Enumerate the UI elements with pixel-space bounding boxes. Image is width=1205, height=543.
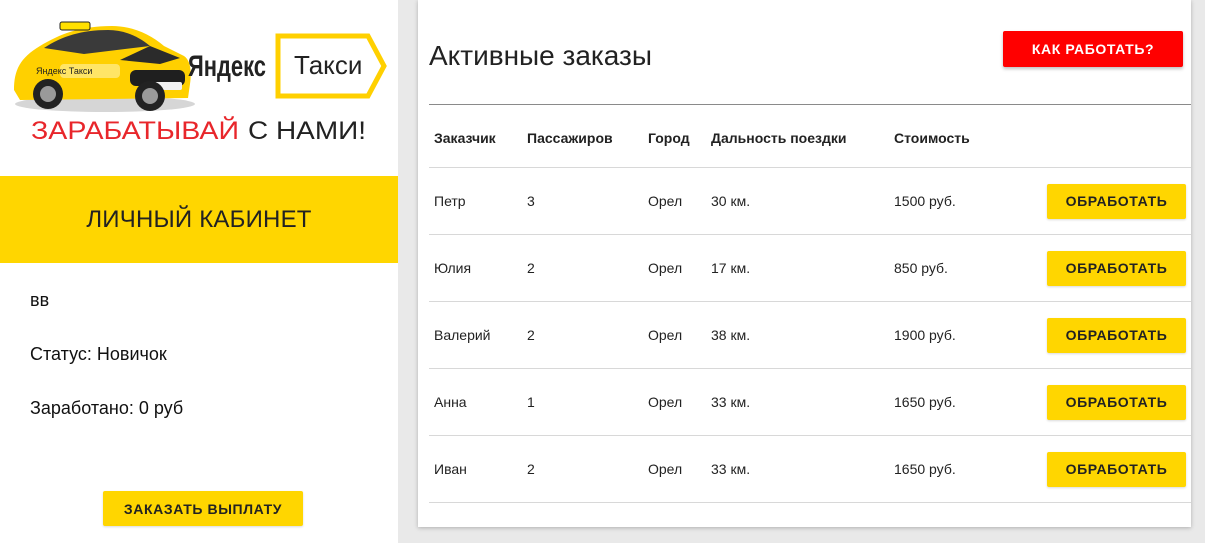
cell-distance: 33 км. bbox=[706, 368, 889, 436]
orders-table: Заказчик Пассажиров Город Дальность поез… bbox=[429, 108, 1191, 503]
cell-passengers: 2 bbox=[522, 234, 643, 302]
cell-action: ОБРАБОТАТЬ bbox=[1041, 301, 1191, 369]
cell-action: ОБРАБОТАТЬ bbox=[1041, 435, 1191, 503]
table-row: Валерий 2 Орел 38 км. 1900 руб. ОБРАБОТАТЬ bbox=[429, 301, 1191, 369]
column-header-distance: Дальность поездки bbox=[706, 108, 889, 168]
cell-city: Орел bbox=[643, 435, 706, 503]
table-row: Юлия 2 Орел 17 км. 850 руб. ОБРАБОТАТЬ bbox=[429, 234, 1191, 302]
request-payout-button[interactable]: ЗАКАЗАТЬ ВЫПЛАТУ bbox=[103, 491, 303, 526]
process-order-button[interactable]: ОБРАБОТАТЬ bbox=[1047, 250, 1186, 286]
cell-passengers: 3 bbox=[522, 167, 643, 235]
user-status: Статус: Новичок bbox=[30, 344, 167, 364]
cell-customer: Анна bbox=[429, 368, 522, 436]
service-word: Такси bbox=[294, 50, 362, 80]
cell-price: 1650 руб. bbox=[889, 435, 1041, 503]
cell-action: ОБРАБОТАТЬ bbox=[1041, 167, 1191, 235]
cell-customer: Валерий bbox=[429, 301, 522, 369]
how-it-works-button[interactable]: КАК РАБОТАТЬ? bbox=[1003, 31, 1183, 67]
column-header-city: Город bbox=[643, 108, 706, 168]
column-header-action bbox=[1041, 108, 1191, 168]
table-row: Петр 3 Орел 30 км. 1500 руб. ОБРАБОТАТЬ bbox=[429, 167, 1191, 235]
cell-distance: 33 км. bbox=[706, 435, 889, 503]
cell-customer: Юлия bbox=[429, 234, 522, 302]
cell-price: 1900 руб. bbox=[889, 301, 1041, 369]
user-earnings: Заработано: 0 руб bbox=[30, 398, 184, 418]
sidebar: Яндекс Такси Яндекс Такси ЗАРАБАТЫВАЙ С … bbox=[0, 0, 398, 543]
cell-passengers: 1 bbox=[522, 368, 643, 436]
column-header-customer: Заказчик bbox=[429, 108, 522, 168]
cell-distance: 38 км. bbox=[706, 301, 889, 369]
active-orders-panel: Активные заказы КАК РАБОТАТЬ? Заказчик П… bbox=[418, 0, 1191, 527]
process-order-button[interactable]: ОБРАБОТАТЬ bbox=[1047, 183, 1186, 219]
brand-word: Яндекс bbox=[188, 50, 266, 83]
table-header-row: Заказчик Пассажиров Город Дальность поез… bbox=[429, 108, 1191, 168]
column-header-price: Стоимость bbox=[889, 108, 1041, 168]
yandex-taxi-logo: Яндекс Такси Яндекс Такси ЗАРАБАТЫВАЙ С … bbox=[0, 0, 398, 176]
slogan-part1: ЗАРАБАТЫВАЙ bbox=[31, 115, 239, 145]
user-name: вв bbox=[30, 290, 50, 310]
cell-distance: 17 км. bbox=[706, 234, 889, 302]
cell-distance: 30 км. bbox=[706, 167, 889, 235]
cell-city: Орел bbox=[643, 368, 706, 436]
cell-price: 850 руб. bbox=[889, 234, 1041, 302]
cell-passengers: 2 bbox=[522, 435, 643, 503]
table-row: Анна 1 Орел 33 км. 1650 руб. ОБРАБОТАТЬ bbox=[429, 368, 1191, 436]
cell-action: ОБРАБОТАТЬ bbox=[1041, 234, 1191, 302]
taxi-car-icon: Яндекс Такси bbox=[14, 21, 195, 112]
slogan-part2: С НАМИ! bbox=[248, 117, 366, 145]
column-header-passengers: Пассажиров bbox=[522, 108, 643, 168]
process-order-button[interactable]: ОБРАБОТАТЬ bbox=[1047, 384, 1186, 420]
car-brand-text: Яндекс Такси bbox=[36, 66, 92, 76]
cell-customer: Петр bbox=[429, 167, 522, 235]
table-row: Иван 2 Орел 33 км. 1650 руб. ОБРАБОТАТЬ bbox=[429, 435, 1191, 503]
title-divider bbox=[429, 104, 1191, 105]
process-order-button[interactable]: ОБРАБОТАТЬ bbox=[1047, 317, 1186, 353]
page-title: Активные заказы bbox=[429, 40, 653, 71]
cell-customer: Иван bbox=[429, 435, 522, 503]
cabinet-title: ЛИЧНЫЙ КАБИНЕТ bbox=[0, 176, 398, 263]
cell-city: Орел bbox=[643, 301, 706, 369]
cell-passengers: 2 bbox=[522, 301, 643, 369]
cell-city: Орел bbox=[643, 234, 706, 302]
cell-price: 1500 руб. bbox=[889, 167, 1041, 235]
cell-city: Орел bbox=[643, 167, 706, 235]
cell-action: ОБРАБОТАТЬ bbox=[1041, 368, 1191, 436]
cell-price: 1650 руб. bbox=[889, 368, 1041, 436]
process-order-button[interactable]: ОБРАБОТАТЬ bbox=[1047, 451, 1186, 487]
